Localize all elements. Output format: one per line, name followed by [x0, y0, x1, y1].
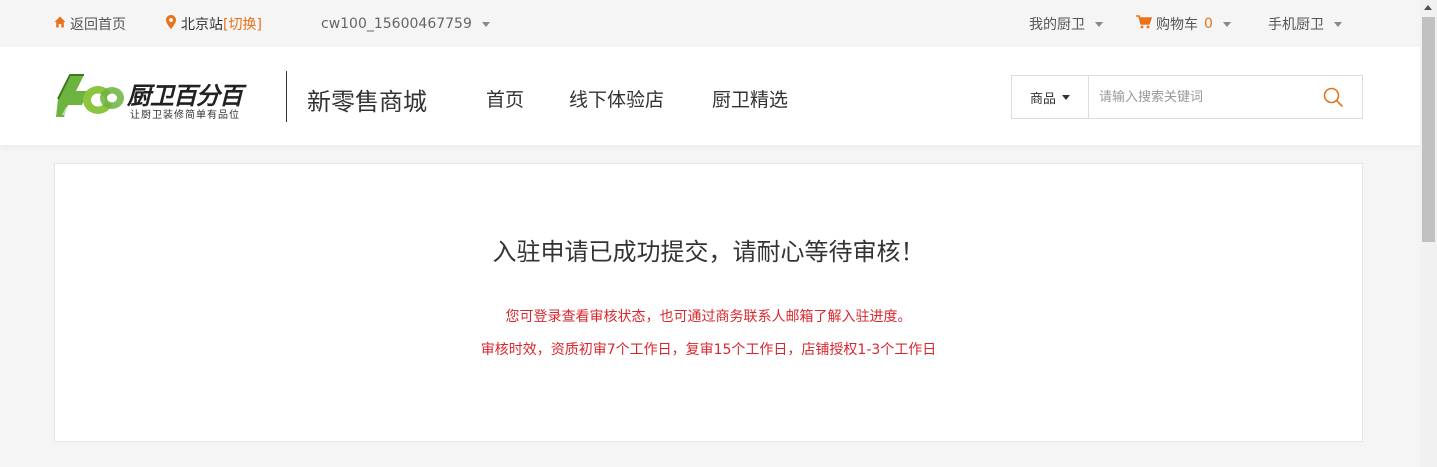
- back-home-label: 返回首页: [70, 16, 126, 33]
- my-kitchen-menu[interactable]: 我的厨卫: [1029, 0, 1103, 47]
- my-kitchen-label: 我的厨卫: [1029, 16, 1085, 33]
- cart-icon: [1136, 14, 1153, 33]
- review-timing-note: 审核时效，资质初审7个工作日，复审15个工作日，店铺授权1-3个工作日: [480, 342, 937, 358]
- page: 返回首页 北京站 [切换] cw100_15600467759 我的厨卫 购物车…: [0, 0, 1437, 467]
- header-divider: [286, 71, 287, 122]
- application-status-panel: 入驻申请已成功提交，请耐心等待审核！ 您可登录查看审核状态，也可通过商务联系人邮…: [54, 163, 1363, 442]
- mall-title: 新零售商城: [307, 88, 427, 116]
- site-header: 厨卫百分百 让厨卫装修简单有品位 新零售商城 首页 线下体验店 厨卫精选 商品: [0, 47, 1420, 145]
- account-name: cw100_15600467759: [321, 15, 472, 32]
- city-name: 北京站: [181, 16, 223, 33]
- scroll-up-icon[interactable]: [1424, 5, 1432, 10]
- mobile-menu[interactable]: 手机厨卫: [1268, 0, 1342, 47]
- location-pin-icon: [166, 14, 176, 33]
- city-switch-link[interactable]: [切换]: [223, 14, 262, 34]
- chevron-down-icon: [1334, 21, 1342, 27]
- top-bar: 返回首页 北京站 [切换] cw100_15600467759 我的厨卫 购物车…: [0, 0, 1420, 47]
- vertical-scrollbar[interactable]: [1420, 0, 1437, 467]
- search-input[interactable]: [1089, 77, 1309, 117]
- account-menu[interactable]: cw100_15600467759: [321, 0, 490, 47]
- chevron-down-icon: [1062, 95, 1070, 100]
- nav-item-home[interactable]: 首页: [486, 85, 524, 112]
- cart-count: 0: [1204, 15, 1213, 32]
- mobile-label: 手机厨卫: [1268, 16, 1324, 33]
- search-box: 商品: [1011, 75, 1363, 119]
- search-category-label: 商品: [1029, 91, 1056, 107]
- status-hint: 您可登录查看审核状态，也可通过商务联系人邮箱了解入驻进度。: [505, 309, 912, 325]
- search-icon[interactable]: [1322, 86, 1344, 108]
- site-logo[interactable]: 厨卫百分百 让厨卫装修简单有品位: [54, 69, 266, 125]
- logo-mark-icon: [56, 74, 124, 117]
- chevron-down-icon: [1222, 21, 1231, 27]
- nav-item-selection[interactable]: 厨卫精选: [712, 85, 788, 112]
- home-icon: [54, 16, 66, 31]
- search-category-select[interactable]: 商品: [1012, 76, 1089, 118]
- chevron-down-icon: [481, 21, 490, 27]
- nav-item-offline-store[interactable]: 线下体验店: [569, 85, 664, 112]
- logo-slogan: 让厨卫装修简单有品位: [130, 110, 240, 121]
- chevron-down-icon: [1095, 21, 1103, 27]
- back-home-link[interactable]: 返回首页: [54, 0, 126, 47]
- city-selector: 北京站 [切换]: [166, 0, 262, 47]
- cart-menu[interactable]: 购物车 0: [1136, 0, 1231, 47]
- cart-label: 购物车: [1156, 16, 1198, 33]
- scrollbar-thumb[interactable]: [1422, 17, 1435, 242]
- page-title: 入驻申请已成功提交，请耐心等待审核！: [492, 238, 925, 266]
